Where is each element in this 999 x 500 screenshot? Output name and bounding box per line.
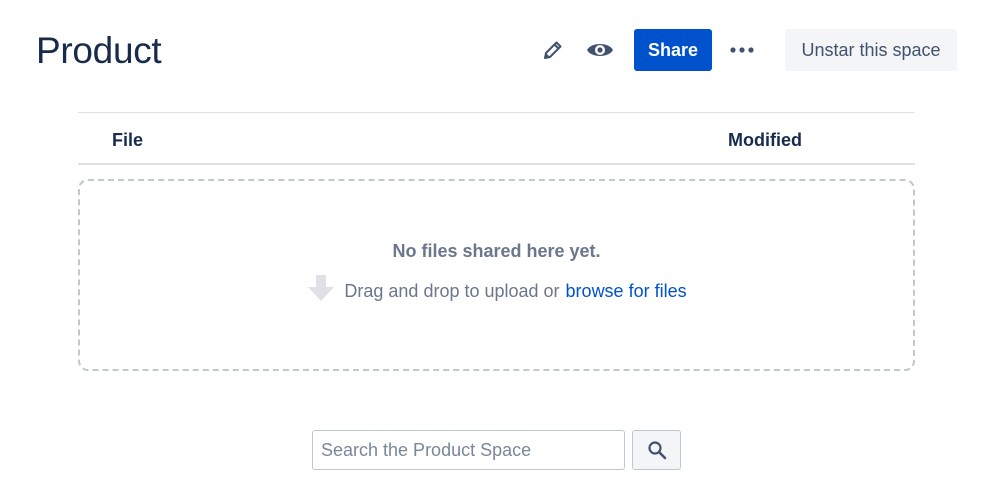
table-header-divider bbox=[78, 163, 915, 165]
page-toolbar: Share Unstar this space bbox=[0, 29, 999, 71]
upload-hint: Drag and drop to upload or browse for fi… bbox=[80, 275, 913, 303]
drag-drop-text: Drag and drop to upload or bbox=[344, 280, 560, 301]
unstar-space-button[interactable]: Unstar this space bbox=[785, 29, 957, 71]
file-dropzone[interactable]: No files shared here yet. Drag and drop … bbox=[78, 179, 915, 371]
more-dots-icon bbox=[730, 47, 754, 53]
table-header: File Modified bbox=[78, 113, 915, 163]
search-input[interactable] bbox=[312, 430, 625, 470]
more-actions-button[interactable] bbox=[724, 33, 760, 67]
share-button[interactable]: Share bbox=[634, 29, 712, 71]
browse-files-link[interactable]: browse for files bbox=[566, 281, 687, 302]
down-arrow-icon bbox=[308, 275, 335, 301]
column-header-modified[interactable]: Modified bbox=[728, 130, 802, 151]
search-button[interactable] bbox=[632, 430, 681, 470]
files-table: File Modified bbox=[78, 112, 915, 165]
watch-button[interactable] bbox=[582, 33, 618, 67]
eye-icon bbox=[587, 44, 613, 56]
empty-state-message: No files shared here yet. bbox=[392, 241, 601, 261]
search-icon bbox=[647, 441, 666, 460]
pencil-icon bbox=[544, 41, 562, 59]
edit-button[interactable] bbox=[536, 33, 570, 67]
column-header-file[interactable]: File bbox=[112, 130, 143, 151]
